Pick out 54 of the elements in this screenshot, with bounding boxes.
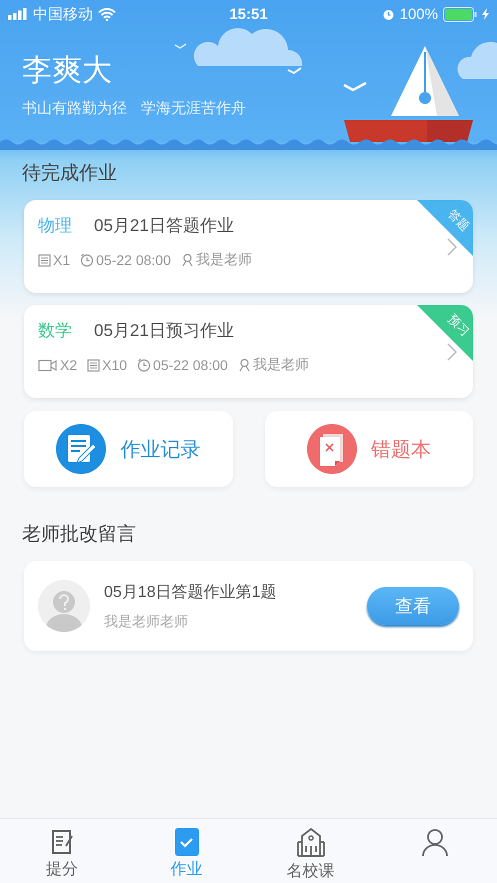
motto-text: 学海无涯苦作舟 bbox=[141, 99, 246, 118]
subject-label: 物理 bbox=[38, 215, 72, 237]
shortcut-button[interactable]: 错题本 bbox=[264, 411, 473, 487]
document-icon bbox=[38, 254, 51, 266]
shortcut-button[interactable]: 作业记录 bbox=[24, 411, 232, 487]
meta-text: 05-22 08:00 bbox=[96, 252, 171, 268]
meta-text: 05-22 08:00 bbox=[153, 357, 228, 373]
comment-author: 我是老师老师 bbox=[104, 612, 189, 630]
motto-text: 书山有路勤为径 bbox=[22, 99, 127, 118]
cloud-drawing bbox=[458, 42, 497, 79]
battery-icon bbox=[443, 6, 477, 22]
battery-percent: 100% bbox=[400, 6, 438, 22]
assignment-card[interactable]: 数学 05月21日预习作业 X2 X10 05-22 08:00 我是老师 预习 bbox=[24, 305, 473, 398]
person-icon bbox=[238, 358, 251, 372]
error-sheet-icon bbox=[306, 424, 357, 474]
tab-item[interactable]: 提分 bbox=[0, 819, 124, 883]
subject-label: 数学 bbox=[38, 320, 72, 342]
meta-text: 我是老师 bbox=[196, 251, 252, 269]
tag-text: 答题 bbox=[446, 206, 472, 234]
section-title: 待完成作业 bbox=[22, 163, 117, 184]
comment-title: 05月18日答题作业第1题 bbox=[104, 582, 278, 602]
clock-icon bbox=[80, 253, 94, 267]
person-icon bbox=[180, 253, 194, 267]
meta-text: 我是老师 bbox=[252, 356, 309, 374]
user-name: 李爽大 bbox=[22, 53, 112, 89]
checklist-icon bbox=[172, 828, 200, 856]
meta-text: X1 bbox=[53, 252, 70, 268]
alarm-icon bbox=[382, 8, 395, 20]
video-icon bbox=[38, 358, 58, 372]
meta-text: X10 bbox=[102, 357, 128, 373]
assignment-title: 05月21日预习作业 bbox=[94, 320, 234, 342]
person-icon bbox=[420, 828, 449, 856]
tab-item[interactable]: 名校课 bbox=[248, 819, 373, 883]
notepad-pen-icon bbox=[56, 424, 106, 474]
bird-icon bbox=[343, 82, 367, 92]
charging-icon bbox=[482, 8, 489, 20]
clock-icon bbox=[137, 358, 152, 372]
wifi-icon bbox=[98, 8, 116, 20]
chevron-right-icon bbox=[447, 238, 457, 256]
clock-time: 15:51 bbox=[229, 6, 268, 22]
avatar-icon bbox=[38, 580, 90, 632]
section-title: 老师批改留言 bbox=[22, 524, 136, 545]
carrier-text: 中国移动 bbox=[33, 4, 93, 24]
document-icon bbox=[87, 358, 100, 372]
assignment-title: 05月21日答题作业 bbox=[94, 215, 234, 237]
tab-item[interactable]: 作业 bbox=[124, 819, 248, 883]
bird-icon bbox=[174, 43, 186, 49]
meta-text: X2 bbox=[60, 357, 78, 373]
assignment-card[interactable]: 物理 05月21日答题作业 X1 05-22 08:00 我是老师 答题 bbox=[24, 200, 473, 293]
chevron-right-icon bbox=[447, 343, 457, 361]
signal-icon bbox=[8, 8, 28, 20]
tag-text: 预习 bbox=[446, 312, 472, 338]
school-building-icon bbox=[296, 828, 326, 858]
bird-icon bbox=[288, 67, 302, 74]
